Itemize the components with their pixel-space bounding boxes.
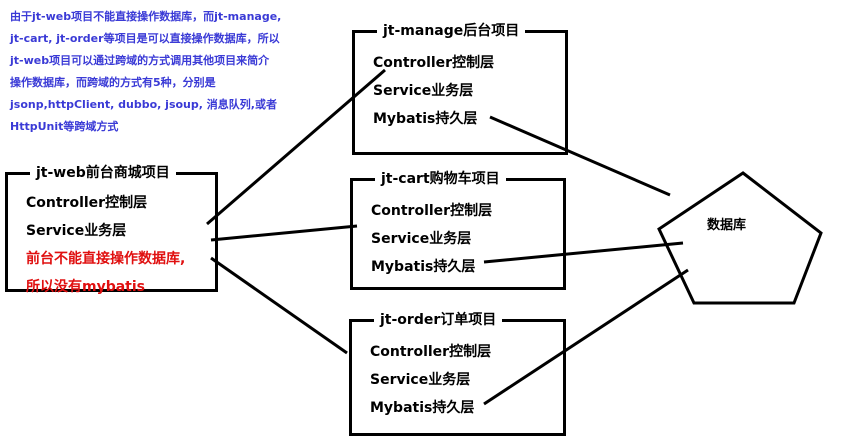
jt-order-project-box: jt-order订单项目 Controller控制层 Service业务层 My… bbox=[349, 311, 566, 436]
cross-domain-note: 由于jt-web项目不能直接操作数据库，而jt-manage, jt-cart,… bbox=[10, 10, 282, 133]
order-service-layer: Service业务层 bbox=[370, 372, 471, 388]
cart-controller-layer: Controller控制层 bbox=[371, 203, 493, 219]
web-service-layer: Service业务层 bbox=[26, 223, 127, 239]
jt-cart-title: jt-cart购物车项目 bbox=[375, 170, 506, 188]
jt-web-title: jt-web前台商城项目 bbox=[30, 164, 176, 182]
jt-web-project-box: jt-web前台商城项目 Controller控制层 Service业务层 前台… bbox=[5, 164, 218, 295]
manage-controller-layer: Controller控制层 bbox=[373, 55, 495, 71]
jt-cart-project-box: jt-cart购物车项目 Controller控制层 Service业务层 My… bbox=[350, 170, 566, 290]
connector-web-to-cart bbox=[210, 224, 358, 242]
jt-order-title: jt-order订单项目 bbox=[374, 311, 503, 329]
order-mybatis-layer: Mybatis持久层 bbox=[370, 400, 475, 416]
connector-web-to-order bbox=[210, 256, 348, 355]
manage-service-layer: Service业务层 bbox=[373, 83, 474, 99]
cart-service-layer: Service业务层 bbox=[371, 231, 472, 247]
database-pentagon bbox=[657, 171, 823, 305]
web-controller-layer: Controller控制层 bbox=[26, 195, 148, 211]
jt-manage-title: jt-manage后台项目 bbox=[377, 22, 526, 40]
jt-manage-project-box: jt-manage后台项目 Controller控制层 Service业务层 M… bbox=[352, 22, 568, 155]
web-warning-line-1: 前台不能直接操作数据库, bbox=[26, 251, 186, 267]
cart-mybatis-layer: Mybatis持久层 bbox=[371, 259, 476, 275]
database-label: 数据库 bbox=[707, 218, 747, 233]
order-controller-layer: Controller控制层 bbox=[370, 344, 492, 360]
web-warning-line-2: 所以没有mybatis bbox=[26, 279, 146, 295]
architecture-diagram: 由于jt-web项目不能直接操作数据库，而jt-manage, jt-cart,… bbox=[0, 0, 845, 444]
manage-mybatis-layer: Mybatis持久层 bbox=[373, 111, 478, 127]
